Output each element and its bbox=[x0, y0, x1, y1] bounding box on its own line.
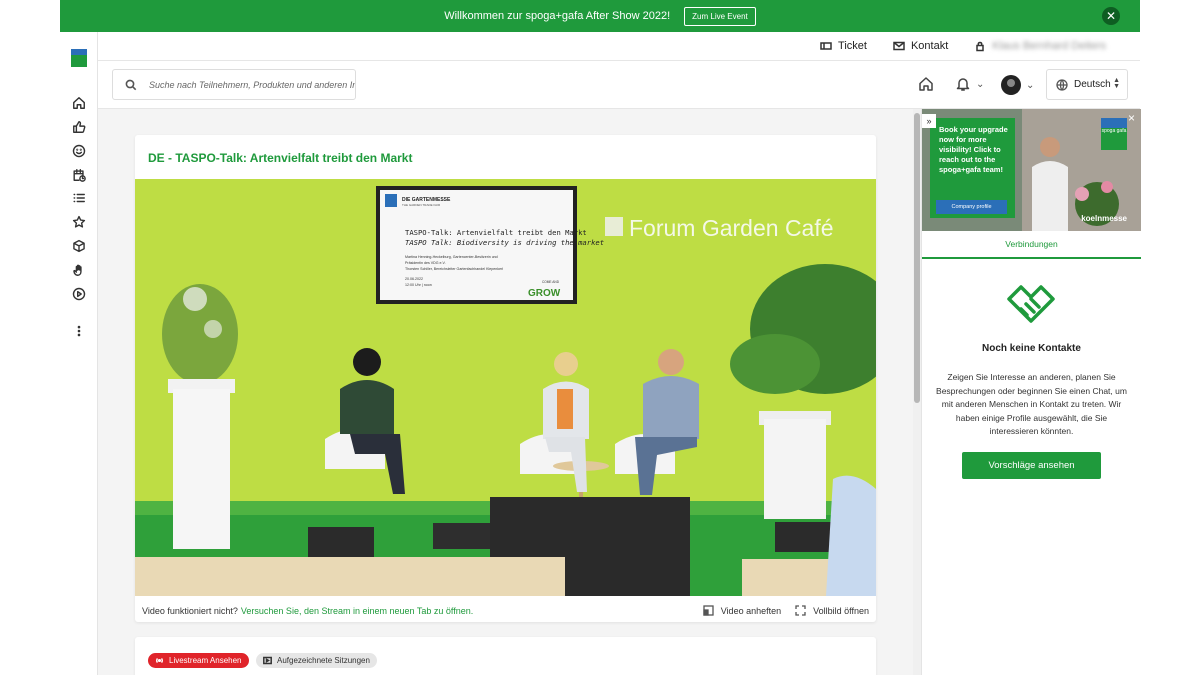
play-icon[interactable] bbox=[71, 286, 87, 302]
search-input[interactable] bbox=[149, 79, 355, 90]
video-player[interactable]: DIE GARTENMESSE THE GARDEN TRADE FAIR TA… bbox=[135, 179, 876, 596]
handshake-icon bbox=[1005, 281, 1057, 329]
screen-line-3: Thorsten Schiller, Bereichsleiter Garten… bbox=[405, 267, 503, 271]
top-bar: Ticket Kontakt Klaus Bernhard Deiters bbox=[98, 32, 1140, 61]
main-content: DE - TASPO-Talk: Artenvielfalt treibt de… bbox=[98, 109, 913, 675]
tab-connections[interactable]: Verbindungen bbox=[922, 237, 1141, 259]
ad-logo: spoga gafa bbox=[1101, 118, 1127, 150]
picture-in-picture-icon bbox=[703, 605, 714, 616]
contact-label: Kontakt bbox=[910, 40, 949, 52]
screen-logo-big: GROW bbox=[528, 288, 561, 299]
calendar-clock-icon[interactable] bbox=[71, 167, 87, 183]
screen-time: 12:00 Uhr | noon bbox=[405, 283, 432, 287]
banner-message: Willkommen zur spoga+gafa After Show 202… bbox=[444, 10, 671, 22]
upgrade-ad-banner[interactable]: Book your upgrade now for more visibilit… bbox=[922, 109, 1141, 231]
main-scrollbar[interactable] bbox=[913, 109, 921, 675]
chevron-down-icon: ⌄ bbox=[1026, 79, 1035, 91]
notifications-button[interactable]: ⌄ bbox=[955, 76, 984, 92]
app-root: Willkommen zur spoga+gafa After Show 202… bbox=[0, 0, 1200, 675]
avatar bbox=[1001, 75, 1021, 95]
lock-icon bbox=[976, 41, 985, 52]
video-help-question: Video funktioniert nicht? bbox=[142, 605, 238, 616]
list-icon[interactable] bbox=[71, 190, 87, 206]
box-icon[interactable] bbox=[71, 238, 87, 254]
sidebar bbox=[60, 32, 98, 675]
fullscreen-icon bbox=[795, 605, 806, 616]
video-card: DE - TASPO-Talk: Artenvielfalt treibt de… bbox=[135, 135, 876, 622]
right-panel: Book your upgrade now for more visibilit… bbox=[921, 109, 1141, 675]
screen-subheader: THE GARDEN TRADE FAIR bbox=[402, 203, 441, 207]
chevron-down-icon: ⌄ bbox=[976, 78, 985, 90]
user-name: Klaus Bernhard Deiters bbox=[992, 40, 1106, 52]
ticket-icon bbox=[820, 42, 832, 50]
livestream-button[interactable]: Livestream Ansehen bbox=[148, 653, 249, 668]
globe-icon bbox=[1056, 78, 1068, 91]
pin-video-button[interactable]: Video anheften bbox=[703, 605, 781, 616]
ad-brand: koelnmesse bbox=[1081, 214, 1127, 223]
scrollbar-thumb[interactable] bbox=[914, 113, 920, 403]
language-value: Deutsch bbox=[1074, 79, 1111, 90]
broadcast-icon bbox=[155, 658, 164, 663]
screen-title-de: TASPO-Talk: Artenvielfalt treibt den Mar… bbox=[405, 228, 587, 237]
video-actions: Video anheften Vollbild öffnen bbox=[689, 605, 869, 616]
welcome-banner: Willkommen zur spoga+gafa After Show 202… bbox=[60, 0, 1140, 32]
fullscreen-label: Vollbild öffnen bbox=[813, 605, 869, 616]
livestream-label: Livestream Ansehen bbox=[169, 656, 242, 665]
wall-sign: Forum Garden Café bbox=[629, 215, 834, 241]
stream-options-card: Livestream Ansehen Aufgezeichnete Sitzun… bbox=[135, 637, 876, 675]
user-menu[interactable]: Klaus Bernhard Deiters bbox=[974, 40, 1140, 52]
home-icon bbox=[919, 77, 933, 91]
video-footer: Video funktioniert nicht? Versuchen Sie,… bbox=[142, 605, 869, 616]
bell-icon bbox=[956, 78, 970, 91]
contact-link[interactable]: Kontakt bbox=[893, 40, 948, 52]
home-icon[interactable] bbox=[71, 95, 87, 111]
ad-text: Book your upgrade now for more visibilit… bbox=[939, 125, 1008, 174]
close-icon[interactable]: × bbox=[1125, 112, 1138, 125]
pin-video-label: Video anheften bbox=[720, 605, 782, 616]
screen-line-2: Präsidentin des VDG e.V. bbox=[405, 261, 446, 265]
updown-icon: ▲ ▼ bbox=[1113, 77, 1120, 90]
screen-logo-small: COME AND bbox=[542, 280, 560, 284]
search-header: ⌄ ⌄ Deutsch ▲▼ bbox=[98, 61, 1140, 109]
screen-line-1: Martina Henning-Heckelburg, Gartencenter… bbox=[405, 255, 498, 259]
more-vertical-icon[interactable] bbox=[71, 323, 87, 339]
live-event-button[interactable]: Zum Live Event bbox=[684, 6, 756, 26]
profile-menu[interactable]: ⌄ bbox=[1001, 75, 1034, 95]
ticket-link[interactable]: Ticket bbox=[820, 40, 867, 52]
screen-title-en: TASPO Talk: Biodiversity is driving the … bbox=[405, 238, 604, 247]
ticket-label: Ticket bbox=[838, 40, 867, 52]
fullscreen-button[interactable]: Vollbild öffnen bbox=[795, 605, 869, 616]
open-stream-new-tab-link[interactable]: Versuchen Sie, den Stream in einem neuen… bbox=[241, 606, 473, 616]
screen-date: 20.06.2022 bbox=[405, 277, 423, 281]
recorded-sessions-label: Aufgezeichnete Sitzungen bbox=[277, 656, 370, 665]
search-icon bbox=[125, 79, 137, 90]
language-select[interactable]: Deutsch ▲ ▼ bbox=[1046, 69, 1128, 100]
ad-company-profile-button[interactable]: Company profile bbox=[936, 200, 1007, 214]
star-icon[interactable] bbox=[71, 214, 87, 230]
empty-state-description: Zeigen Sie Interesse an anderen, planen … bbox=[936, 372, 1127, 436]
home-button[interactable] bbox=[918, 76, 934, 92]
search-box[interactable] bbox=[112, 69, 356, 100]
session-title: DE - TASPO-Talk: Artenvielfalt treibt de… bbox=[148, 151, 413, 165]
video-icon bbox=[263, 656, 272, 665]
recorded-sessions-button[interactable]: Aufgezeichnete Sitzungen bbox=[256, 653, 377, 668]
collapse-panel-icon[interactable]: » bbox=[922, 114, 936, 128]
video-frame: DIE GARTENMESSE THE GARDEN TRADE FAIR TA… bbox=[135, 179, 876, 596]
hand-icon[interactable] bbox=[71, 262, 87, 278]
empty-state-title: Noch keine Kontakte bbox=[982, 343, 1081, 354]
spoga-gafa-logo[interactable] bbox=[71, 49, 87, 67]
view-suggestions-button[interactable]: Vorschläge ansehen bbox=[962, 452, 1101, 479]
mail-icon bbox=[893, 41, 905, 51]
close-icon[interactable]: ✕ bbox=[1102, 7, 1120, 25]
smiley-icon[interactable] bbox=[71, 143, 87, 159]
thumbs-up-icon[interactable] bbox=[71, 119, 87, 135]
